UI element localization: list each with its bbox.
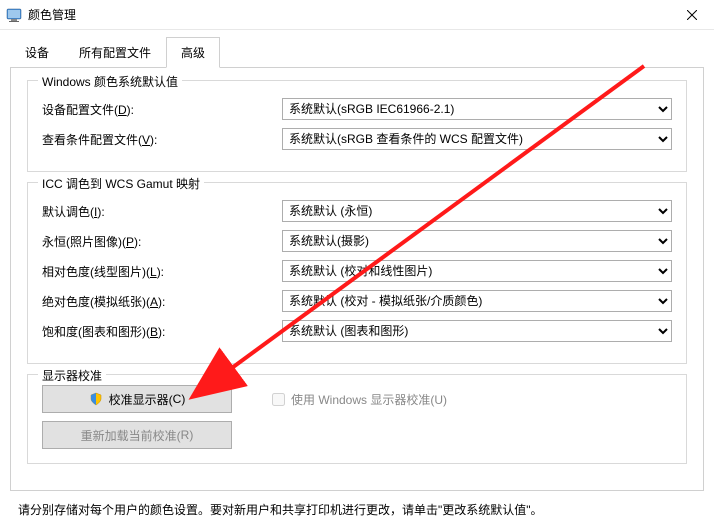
tab-all-profiles[interactable]: 所有配置文件	[64, 37, 166, 68]
shield-icon	[89, 392, 103, 406]
group-windows-defaults: Windows 颜色系统默认值 设备配置文件(D): 系统默认(sRGB IEC…	[27, 80, 687, 172]
tabs: 设备 所有配置文件 高级	[10, 36, 714, 67]
reload-calibration-button[interactable]: 重新加载当前校准(R)	[42, 421, 232, 449]
tab-device[interactable]: 设备	[10, 37, 64, 68]
group-title: Windows 颜色系统默认值	[38, 73, 182, 90]
panel-advanced: Windows 颜色系统默认值 设备配置文件(D): 系统默认(sRGB IEC…	[10, 67, 704, 491]
perceptual-label: 永恒(照片图像)(P):	[42, 233, 282, 250]
calibrate-display-button[interactable]: 校准显示器(C)	[42, 385, 232, 413]
use-windows-calibration-input[interactable]	[272, 393, 285, 406]
titlebar: 颜色管理	[0, 0, 714, 30]
absolute-select[interactable]: 系统默认 (校对 - 模拟纸张/介质颜色)	[282, 290, 672, 312]
saturation-label: 饱和度(图表和图形)(B):	[42, 323, 282, 340]
window-title: 颜色管理	[28, 6, 669, 23]
perceptual-select[interactable]: 系统默认(摄影)	[282, 230, 672, 252]
footer-text: 请分别存储对每个用户的颜色设置。要对新用户和共享打印机进行更改，请单击"更改系统…	[18, 501, 702, 518]
group-display-calibration: 显示器校准 校准显示器(C) 使用 Windows 显示器校准(U) 重新加载当…	[27, 374, 687, 464]
device-profile-select[interactable]: 系统默认(sRGB IEC61966-2.1)	[282, 98, 672, 120]
saturation-select[interactable]: 系统默认 (图表和图形)	[282, 320, 672, 342]
view-cond-select[interactable]: 系统默认(sRGB 查看条件的 WCS 配置文件)	[282, 128, 672, 150]
relative-select[interactable]: 系统默认 (校对和线性图片)	[282, 260, 672, 282]
group-icc-wcs: ICC 调色到 WCS Gamut 映射 默认调色(I): 系统默认 (永恒) …	[27, 182, 687, 364]
absolute-label: 绝对色度(模拟纸张)(A):	[42, 293, 282, 310]
default-intent-label: 默认调色(I):	[42, 203, 282, 220]
default-intent-select[interactable]: 系统默认 (永恒)	[282, 200, 672, 222]
group-title: 显示器校准	[38, 367, 106, 384]
group-title: ICC 调色到 WCS Gamut 映射	[38, 175, 204, 192]
close-button[interactable]	[669, 0, 714, 30]
use-windows-calibration-checkbox[interactable]: 使用 Windows 显示器校准(U)	[272, 391, 447, 408]
app-icon	[6, 7, 22, 23]
view-cond-label: 查看条件配置文件(V):	[42, 131, 282, 148]
device-profile-label: 设备配置文件(D):	[42, 101, 282, 118]
relative-label: 相对色度(线型图片)(L):	[42, 263, 282, 280]
tab-advanced[interactable]: 高级	[166, 37, 220, 68]
use-windows-calibration-label: 使用 Windows 显示器校准(U)	[291, 391, 447, 408]
